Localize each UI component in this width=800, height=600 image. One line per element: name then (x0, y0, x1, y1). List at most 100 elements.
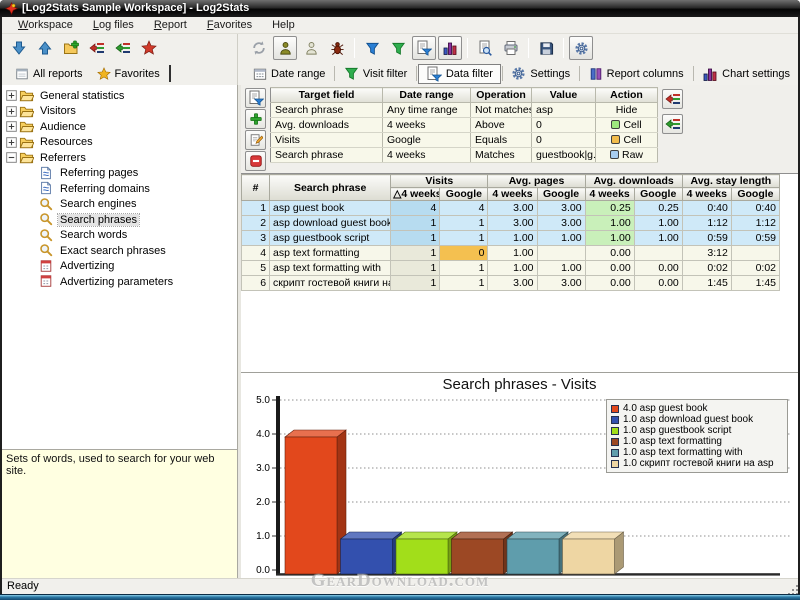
col-group-avg-stay-length[interactable]: Avg. stay length (682, 175, 779, 188)
tab-settings[interactable]: Settings (503, 64, 578, 84)
col-header-number[interactable]: # (242, 175, 270, 201)
col-header-search-phrase[interactable]: Search phrase (270, 175, 391, 201)
tree-item-advertizing[interactable]: Advertizing (2, 259, 237, 275)
col-subheader-4-weeks[interactable]: △4 weeks (391, 188, 440, 201)
show-visitors-button[interactable] (273, 36, 297, 60)
menu-favorites[interactable]: Favorites (197, 17, 262, 34)
col-subheader-google[interactable]: Google (634, 188, 682, 201)
resize-grip[interactable] (792, 589, 794, 591)
expand-toggle-plus-icon[interactable] (6, 106, 17, 117)
col-group-avg-downloads[interactable]: Avg. downloads (585, 175, 682, 188)
filter-properties-button[interactable] (245, 88, 266, 108)
col-subheader-4-weeks[interactable]: 4 weeks (682, 188, 731, 201)
filter-row[interactable]: Avg. downloads4 weeksAbove0Cell (271, 118, 658, 133)
menu-log-files[interactable]: Log files (83, 17, 144, 34)
search-phrase-cell: asp download guest book (270, 216, 391, 231)
print-button[interactable] (499, 36, 523, 60)
col-group-avg-pages[interactable]: Avg. pages (488, 175, 585, 188)
tree-item-exact-search-phrases[interactable]: Exact search phrases (2, 243, 237, 259)
tree-item-resources[interactable]: Resources (2, 135, 237, 151)
menu-help[interactable]: Help (262, 17, 305, 34)
export-log-files-button[interactable] (33, 36, 57, 60)
delete-filter-button[interactable] (245, 151, 266, 171)
tab-chart-settings[interactable]: Chart settings (694, 64, 798, 84)
show-visitors-alt-button[interactable] (299, 36, 323, 60)
tree-item-audience[interactable]: Audience (2, 119, 237, 135)
expand-toggle-plus-icon[interactable] (6, 137, 17, 148)
tree-item-visitors[interactable]: Visitors (2, 104, 237, 120)
tree-item-search-words[interactable]: Search words (2, 228, 237, 244)
value-cell: 1 (440, 216, 488, 231)
report-row[interactable]: 2asp download guest book113.003.001.001.… (242, 216, 780, 231)
value-cell (537, 246, 585, 261)
col-group-visits[interactable]: Visits (391, 175, 488, 188)
report-row[interactable]: 6скрипт гостевой книги на asp113.003.000… (242, 276, 780, 291)
preview-button[interactable] (473, 36, 497, 60)
filter-row[interactable]: Search phraseAny time rangeNot matchesas… (271, 103, 658, 118)
col-subheader-4-weeks[interactable]: 4 weeks (585, 188, 634, 201)
expand-toggle-minus-icon[interactable] (6, 152, 17, 163)
tab-visit-filter[interactable]: Visit filter (336, 64, 415, 84)
tree-item-general-statistics[interactable]: General statistics (2, 88, 237, 104)
tree-item-referring-domains[interactable]: Referring domains (2, 181, 237, 197)
row-number-cell: 3 (242, 231, 270, 246)
col-subheader-google[interactable]: Google (537, 188, 585, 201)
menu-report[interactable]: Report (144, 17, 197, 34)
sidebar-tab-favorites[interactable]: Favorites (90, 65, 167, 83)
tree-item-search-engines[interactable]: Search engines (2, 197, 237, 213)
import-log-files-button[interactable] (7, 36, 31, 60)
value-cell: 3.00 (537, 201, 585, 216)
report-settings-button[interactable] (569, 36, 593, 60)
data-filter-button[interactable] (412, 36, 436, 60)
move-report-green-button[interactable] (111, 36, 135, 60)
sidebar-tab-all-reports[interactable]: All reports (8, 65, 90, 83)
magnifier-icon (39, 197, 54, 212)
refresh-button[interactable] (247, 36, 271, 60)
search-phrase-cell: asp text formatting with (270, 261, 391, 276)
report-row[interactable]: 4asp text formatting101.000.003:12 (242, 246, 780, 261)
col-subheader-google[interactable]: Google (731, 188, 779, 201)
chart-legend: 4.0 asp guest book1.0 asp download guest… (606, 399, 788, 473)
report-row[interactable]: 5asp text formatting with111.001.000.000… (242, 261, 780, 276)
filter-cell: 4 weeks (383, 118, 471, 133)
row-number-cell: 6 (242, 276, 270, 291)
add-filter-button[interactable] (245, 109, 266, 129)
filter-row[interactable]: Search phrase4 weeksMatchesguestbook|g..… (271, 148, 658, 163)
filter-row[interactable]: VisitsGoogleEquals0Cell (271, 133, 658, 148)
col-subheader-google[interactable]: Google (440, 188, 488, 201)
tree-item-referring-pages[interactable]: Referring pages (2, 166, 237, 182)
filter-action-label: Cell (623, 119, 641, 131)
edit-filter-button[interactable] (245, 130, 266, 150)
show-chart-button[interactable] (438, 36, 462, 60)
tab-report-columns[interactable]: Report columns (581, 64, 692, 84)
value-cell: 1.00 (488, 231, 537, 246)
copy-filters-red-button[interactable] (662, 89, 683, 109)
tab-date-range[interactable]: Date range (245, 64, 333, 84)
expand-toggle-plus-icon[interactable] (6, 90, 17, 101)
filter-col-action: Action (596, 88, 658, 103)
add-favorites-button[interactable] (137, 36, 161, 60)
funnel-green-icon (344, 66, 359, 81)
filter-button[interactable] (360, 36, 384, 60)
legend-label: 1.0 asp download guest book (623, 414, 753, 425)
move-report-red-button[interactable] (85, 36, 109, 60)
save-button[interactable] (534, 36, 558, 60)
tree-item-label: Search words (58, 229, 129, 241)
report-row[interactable]: 1asp guest book443.003.000.250.250:400:4… (242, 201, 780, 216)
visit-filter-button[interactable] (386, 36, 410, 60)
row-number-cell: 4 (242, 246, 270, 261)
tree-item-advertizing-parameters[interactable]: Advertizing parameters (2, 274, 237, 290)
tree-item-search-phrases[interactable]: Search phrases (2, 212, 237, 228)
value-cell: 1 (391, 216, 440, 231)
expand-toggle-plus-icon[interactable] (6, 121, 17, 132)
tab-data-filter[interactable]: Data filter (418, 64, 501, 84)
bar-asp-text-formatting (452, 532, 513, 574)
new-folder-button[interactable] (59, 36, 83, 60)
report-row[interactable]: 3asp guestbook script111.001.001.001.000… (242, 231, 780, 246)
status-text: Ready (7, 580, 39, 592)
col-subheader-4-weeks[interactable]: 4 weeks (488, 188, 537, 201)
copy-filters-green-button[interactable] (662, 114, 683, 134)
show-spiders-button[interactable] (325, 36, 349, 60)
tree-item-referrers[interactable]: Referrers (2, 150, 237, 166)
menu-workspace[interactable]: Workspace (8, 17, 83, 34)
